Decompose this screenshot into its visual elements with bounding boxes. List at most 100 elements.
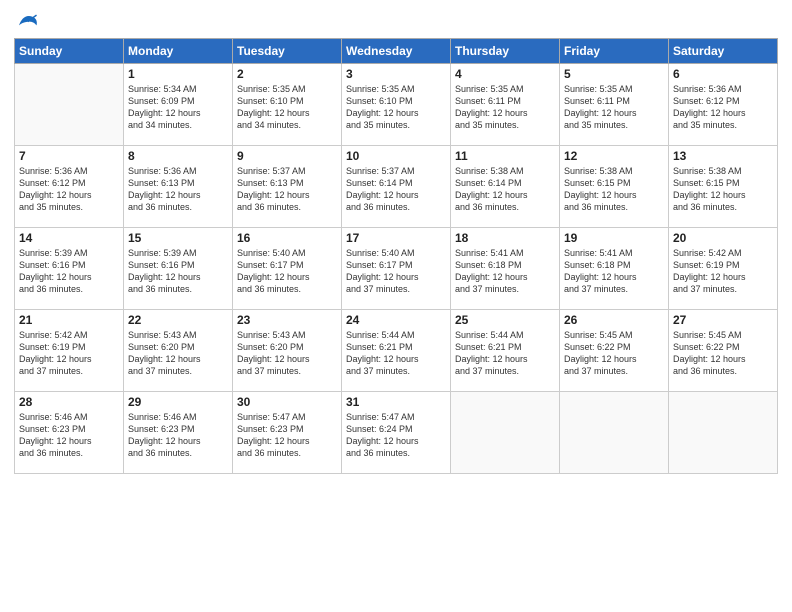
- week-row-0: 1 Sunrise: 5:34 AM Sunset: 6:09 PM Daylig…: [15, 64, 778, 146]
- day-number: 19: [564, 231, 664, 245]
- day-info: Sunrise: 5:42 AM Sunset: 6:19 PM Dayligh…: [673, 247, 773, 296]
- day-number: 15: [128, 231, 228, 245]
- calendar-cell: 13Sunrise: 5:38 AM Sunset: 6:15 PM Dayli…: [669, 146, 778, 228]
- week-row-2: 14 Sunrise: 5:39 AM Sunset: 6:16 PM Dayli…: [15, 228, 778, 310]
- calendar-cell: [560, 392, 669, 474]
- day-number: 1: [128, 67, 228, 81]
- day-number: 6: [673, 67, 773, 81]
- day-number: 29: [128, 395, 228, 409]
- calendar-cell: 21 Sunrise: 5:42 AM Sunset: 6:19 PM Dayli…: [15, 310, 124, 392]
- day-info: Sunrise: 5:38 AM Sunset: 6:15 PM Dayligh…: [564, 165, 664, 214]
- day-number: 24: [346, 313, 446, 327]
- day-number: 30: [237, 395, 337, 409]
- day-number: 10: [346, 149, 446, 163]
- week-row-1: 7Sunrise: 5:36 AM Sunset: 6:12 PM Daylig…: [15, 146, 778, 228]
- day-info: Sunrise: 5:46 AM Sunset: 6:23 PM Dayligh…: [19, 411, 119, 460]
- day-info: Sunrise: 5:34 AM Sunset: 6:09 PM Dayligh…: [128, 83, 228, 132]
- calendar-cell: [15, 64, 124, 146]
- calendar-cell: 15 Sunrise: 5:39 AM Sunset: 6:16 PM Dayli…: [124, 228, 233, 310]
- calendar-cell: 25Sunrise: 5:44 AM Sunset: 6:21 PM Dayli…: [451, 310, 560, 392]
- day-info: Sunrise: 5:45 AM Sunset: 6:22 PM Dayligh…: [564, 329, 664, 378]
- day-number: 13: [673, 149, 773, 163]
- day-info: Sunrise: 5:35 AM Sunset: 6:10 PM Dayligh…: [346, 83, 446, 132]
- calendar: SundayMondayTuesdayWednesdayThursdayFrid…: [14, 38, 778, 474]
- day-number: 2: [237, 67, 337, 81]
- calendar-cell: 7Sunrise: 5:36 AM Sunset: 6:12 PM Daylig…: [15, 146, 124, 228]
- calendar-cell: 22 Sunrise: 5:43 AM Sunset: 6:20 PM Dayli…: [124, 310, 233, 392]
- logo: [14, 14, 38, 32]
- weekday-saturday: Saturday: [669, 39, 778, 64]
- day-info: Sunrise: 5:40 AM Sunset: 6:17 PM Dayligh…: [346, 247, 446, 296]
- day-number: 5: [564, 67, 664, 81]
- calendar-cell: 19 Sunrise: 5:41 AM Sunset: 6:18 PM Dayli…: [560, 228, 669, 310]
- day-info: Sunrise: 5:36 AM Sunset: 6:12 PM Dayligh…: [19, 165, 119, 214]
- day-number: 26: [564, 313, 664, 327]
- day-info: Sunrise: 5:46 AM Sunset: 6:23 PM Dayligh…: [128, 411, 228, 460]
- day-info: Sunrise: 5:36 AM Sunset: 6:12 PM Dayligh…: [673, 83, 773, 132]
- weekday-tuesday: Tuesday: [233, 39, 342, 64]
- calendar-cell: 31 Sunrise: 5:47 AM Sunset: 6:24 PM Dayli…: [342, 392, 451, 474]
- calendar-cell: 6 Sunrise: 5:36 AM Sunset: 6:12 PM Daylig…: [669, 64, 778, 146]
- week-row-3: 21 Sunrise: 5:42 AM Sunset: 6:19 PM Dayli…: [15, 310, 778, 392]
- calendar-cell: 5 Sunrise: 5:35 AM Sunset: 6:11 PM Daylig…: [560, 64, 669, 146]
- day-info: Sunrise: 5:43 AM Sunset: 6:20 PM Dayligh…: [128, 329, 228, 378]
- calendar-cell: 28 Sunrise: 5:46 AM Sunset: 6:23 PM Dayli…: [15, 392, 124, 474]
- day-info: Sunrise: 5:47 AM Sunset: 6:23 PM Dayligh…: [237, 411, 337, 460]
- day-info: Sunrise: 5:47 AM Sunset: 6:24 PM Dayligh…: [346, 411, 446, 460]
- calendar-cell: 20 Sunrise: 5:42 AM Sunset: 6:19 PM Dayli…: [669, 228, 778, 310]
- day-info: Sunrise: 5:44 AM Sunset: 6:21 PM Dayligh…: [455, 329, 555, 378]
- day-number: 11: [455, 149, 555, 163]
- calendar-cell: 30 Sunrise: 5:47 AM Sunset: 6:23 PM Dayli…: [233, 392, 342, 474]
- calendar-cell: 24 Sunrise: 5:44 AM Sunset: 6:21 PM Dayli…: [342, 310, 451, 392]
- day-info: Sunrise: 5:42 AM Sunset: 6:19 PM Dayligh…: [19, 329, 119, 378]
- calendar-cell: 27 Sunrise: 5:45 AM Sunset: 6:22 PM Dayli…: [669, 310, 778, 392]
- weekday-thursday: Thursday: [451, 39, 560, 64]
- week-row-4: 28 Sunrise: 5:46 AM Sunset: 6:23 PM Dayli…: [15, 392, 778, 474]
- calendar-cell: 9Sunrise: 5:37 AM Sunset: 6:13 PM Daylig…: [233, 146, 342, 228]
- day-info: Sunrise: 5:38 AM Sunset: 6:14 PM Dayligh…: [455, 165, 555, 214]
- calendar-cell: 14 Sunrise: 5:39 AM Sunset: 6:16 PM Dayli…: [15, 228, 124, 310]
- day-info: Sunrise: 5:39 AM Sunset: 6:16 PM Dayligh…: [128, 247, 228, 296]
- day-number: 22: [128, 313, 228, 327]
- day-info: Sunrise: 5:40 AM Sunset: 6:17 PM Dayligh…: [237, 247, 337, 296]
- day-info: Sunrise: 5:43 AM Sunset: 6:20 PM Dayligh…: [237, 329, 337, 378]
- calendar-cell: 1 Sunrise: 5:34 AM Sunset: 6:09 PM Daylig…: [124, 64, 233, 146]
- day-number: 16: [237, 231, 337, 245]
- day-info: Sunrise: 5:37 AM Sunset: 6:14 PM Dayligh…: [346, 165, 446, 214]
- header: [14, 10, 778, 32]
- day-info: Sunrise: 5:35 AM Sunset: 6:11 PM Dayligh…: [564, 83, 664, 132]
- day-number: 21: [19, 313, 119, 327]
- day-info: Sunrise: 5:37 AM Sunset: 6:13 PM Dayligh…: [237, 165, 337, 214]
- calendar-cell: 18Sunrise: 5:41 AM Sunset: 6:18 PM Dayli…: [451, 228, 560, 310]
- calendar-cell: 10 Sunrise: 5:37 AM Sunset: 6:14 PM Dayli…: [342, 146, 451, 228]
- weekday-monday: Monday: [124, 39, 233, 64]
- calendar-cell: 3Sunrise: 5:35 AM Sunset: 6:10 PM Daylig…: [342, 64, 451, 146]
- logo-icon: [16, 10, 38, 32]
- day-number: 28: [19, 395, 119, 409]
- day-number: 23: [237, 313, 337, 327]
- day-number: 4: [455, 67, 555, 81]
- day-number: 31: [346, 395, 446, 409]
- calendar-cell: 12 Sunrise: 5:38 AM Sunset: 6:15 PM Dayli…: [560, 146, 669, 228]
- page: SundayMondayTuesdayWednesdayThursdayFrid…: [0, 0, 792, 612]
- day-number: 20: [673, 231, 773, 245]
- day-info: Sunrise: 5:35 AM Sunset: 6:10 PM Dayligh…: [237, 83, 337, 132]
- day-info: Sunrise: 5:45 AM Sunset: 6:22 PM Dayligh…: [673, 329, 773, 378]
- day-number: 14: [19, 231, 119, 245]
- weekday-header-row: SundayMondayTuesdayWednesdayThursdayFrid…: [15, 39, 778, 64]
- day-info: Sunrise: 5:44 AM Sunset: 6:21 PM Dayligh…: [346, 329, 446, 378]
- weekday-sunday: Sunday: [15, 39, 124, 64]
- calendar-cell: [669, 392, 778, 474]
- day-number: 27: [673, 313, 773, 327]
- day-info: Sunrise: 5:39 AM Sunset: 6:16 PM Dayligh…: [19, 247, 119, 296]
- day-number: 17: [346, 231, 446, 245]
- day-info: Sunrise: 5:41 AM Sunset: 6:18 PM Dayligh…: [564, 247, 664, 296]
- day-number: 12: [564, 149, 664, 163]
- logo-text: [14, 14, 38, 32]
- day-info: Sunrise: 5:35 AM Sunset: 6:11 PM Dayligh…: [455, 83, 555, 132]
- weekday-wednesday: Wednesday: [342, 39, 451, 64]
- day-info: Sunrise: 5:41 AM Sunset: 6:18 PM Dayligh…: [455, 247, 555, 296]
- calendar-cell: 23 Sunrise: 5:43 AM Sunset: 6:20 PM Dayli…: [233, 310, 342, 392]
- calendar-cell: [451, 392, 560, 474]
- calendar-cell: 11 Sunrise: 5:38 AM Sunset: 6:14 PM Dayli…: [451, 146, 560, 228]
